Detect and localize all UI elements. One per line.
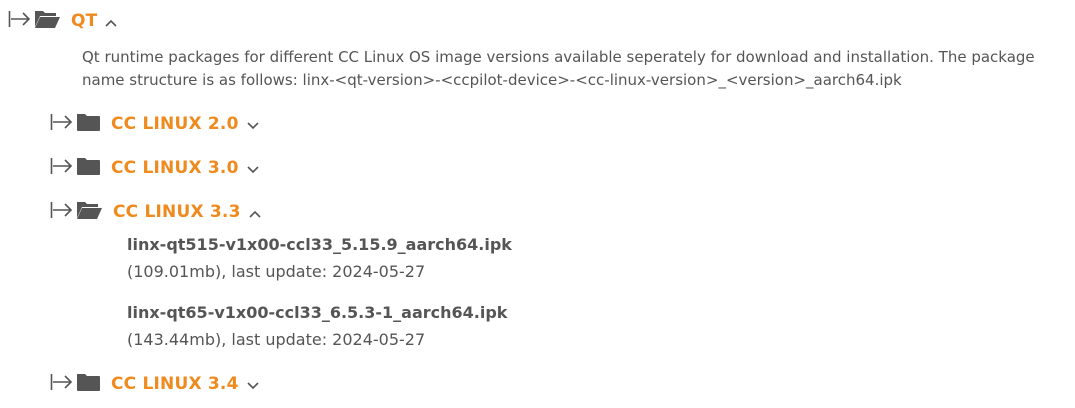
- arrow-to-bar-icon[interactable]: [50, 155, 74, 181]
- file-link[interactable]: linx-qt515-v1x00-ccl33_5.15.9_aarch64.ip…: [127, 235, 512, 254]
- arrow-to-bar-icon[interactable]: [50, 199, 74, 225]
- arrow-to-bar-icon[interactable]: [8, 8, 32, 34]
- tree-node-label[interactable]: CC LINUX 3.3: [113, 202, 241, 222]
- chevron-down-icon[interactable]: [247, 115, 259, 134]
- folder-icon: [76, 372, 101, 396]
- folder-open-icon: [34, 9, 61, 33]
- tree-node-label[interactable]: CC LINUX 2.0: [111, 114, 239, 134]
- file-link[interactable]: linx-qt65-v1x00-ccl33_6.5.3-1_aarch64.ip…: [127, 303, 507, 322]
- qt-description: Qt runtime packages for different CC Lin…: [82, 48, 1035, 89]
- file-meta: (143.44mb), last update: 2024-05-27: [127, 330, 426, 349]
- chevron-up-icon[interactable]: [249, 203, 261, 222]
- tree-node-label[interactable]: CC LINUX 3.0: [111, 158, 239, 178]
- chevron-down-icon[interactable]: [247, 375, 259, 394]
- tree-node-cc-linux-3-4[interactable]: CC LINUX 3.4: [50, 371, 259, 397]
- tree-node-cc-linux-3-0[interactable]: CC LINUX 3.0: [50, 155, 259, 181]
- tree-node-label[interactable]: CC LINUX 3.4: [111, 374, 239, 394]
- folder-icon: [76, 112, 101, 136]
- tree-node-cc-linux-2-0[interactable]: CC LINUX 2.0: [50, 111, 259, 137]
- tree-node-cc-linux-3-3[interactable]: CC LINUX 3.3: [50, 199, 261, 225]
- arrow-to-bar-icon[interactable]: [50, 111, 74, 137]
- chevron-down-icon[interactable]: [247, 159, 259, 178]
- folder-icon: [76, 156, 101, 180]
- tree-node-qt[interactable]: QT: [8, 8, 118, 34]
- arrow-to-bar-icon[interactable]: [50, 371, 74, 397]
- chevron-up-icon[interactable]: [105, 12, 118, 31]
- tree-node-label[interactable]: QT: [71, 11, 97, 31]
- file-meta: (109.01mb), last update: 2024-05-27: [127, 262, 426, 281]
- folder-open-icon: [76, 200, 103, 224]
